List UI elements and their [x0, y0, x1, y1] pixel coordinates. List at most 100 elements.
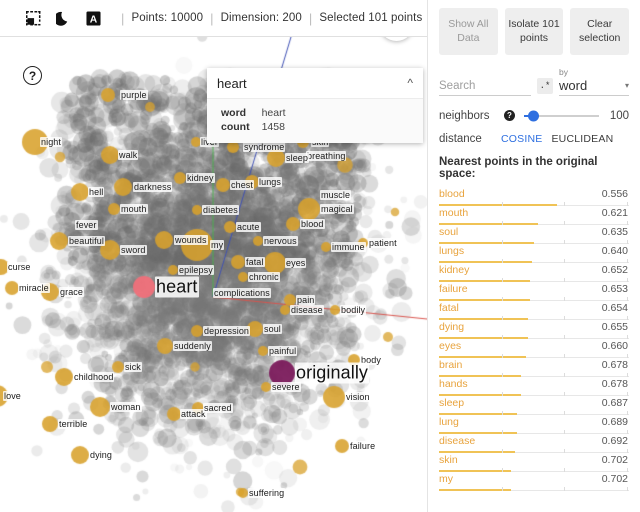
hover-card-row: word heart: [217, 106, 286, 120]
hover-card-body: word heart count 1458: [207, 99, 423, 143]
projector-view: A | Points: 10000 | Dimension: 200 | Sel…: [0, 0, 427, 512]
stats-separator-3: |: [308, 10, 313, 26]
search-field: [439, 76, 531, 96]
search-by-dropdown[interactable]: word ▾: [559, 78, 629, 96]
nearest-point-word: hands: [439, 377, 468, 390]
selection-action-buttons: Show All Data Isolate 101 points Clear sel…: [439, 8, 630, 55]
nearest-point-row[interactable]: lung 0.689: [439, 415, 629, 434]
night-mode-icon[interactable]: [48, 7, 78, 29]
regex-toggle-button[interactable]: .*: [537, 77, 553, 94]
nearest-point-row[interactable]: disease 0.692: [439, 434, 629, 453]
nearest-point-distance: 0.652: [601, 263, 628, 276]
hover-card-key: count: [221, 121, 250, 133]
stats-separator-1: |: [121, 10, 125, 26]
nearest-point-word: skin: [439, 453, 458, 466]
nearest-point-distance: 0.689: [601, 415, 628, 428]
nearest-point-row[interactable]: fatal 0.654: [439, 301, 629, 320]
nearest-point-word: lungs: [439, 244, 465, 257]
svg-text:A: A: [89, 14, 97, 25]
hover-info-card[interactable]: heart ^ word heart count 1458: [207, 68, 423, 143]
nearest-point-word: brain: [439, 358, 463, 371]
nearest-point-row[interactable]: hands 0.678: [439, 377, 629, 396]
isolate-points-button[interactable]: Isolate 101 points: [504, 8, 564, 55]
nearest-point-distance: 0.702: [601, 453, 628, 466]
nearest-point-word: eyes: [439, 339, 462, 352]
search-by-selector[interactable]: by word ▾: [559, 68, 629, 96]
nearest-point-row[interactable]: my 0.702: [439, 472, 629, 491]
nearest-point-row[interactable]: blood 0.556: [439, 187, 629, 206]
nearest-point-word: my: [439, 472, 453, 485]
distance-options: COSINE EUCLIDEAN: [501, 133, 622, 145]
bar-tick: [627, 486, 629, 491]
nearest-point-distance: 0.687: [601, 396, 628, 409]
help-icon[interactable]: ?: [23, 66, 42, 85]
neighbors-label: neighbors: [439, 109, 490, 122]
nearest-point-row[interactable]: brain 0.678: [439, 358, 629, 377]
neighbors-help-icon[interactable]: ?: [504, 110, 515, 121]
neighbors-slider[interactable]: [524, 110, 599, 121]
nearest-point-word: dying: [439, 320, 465, 333]
nearest-point-word: sleep: [439, 396, 465, 409]
nearest-point-distance: 0.654: [601, 301, 628, 314]
bar-tick: [564, 486, 566, 491]
search-input[interactable]: [439, 77, 531, 96]
distance-label: distance: [439, 132, 482, 145]
hover-card-header[interactable]: heart ^: [207, 68, 423, 99]
show-all-data-button[interactable]: Show All Data: [439, 8, 498, 55]
nearest-point-word: lung: [439, 415, 459, 428]
clear-selection-button[interactable]: Clear selection: [570, 8, 630, 55]
points-count-label: Points: 10000: [131, 12, 204, 24]
stats-separator-2: |: [210, 10, 214, 26]
nearest-point-distance: 0.702: [601, 472, 628, 485]
neighbors-value: 100: [609, 109, 629, 122]
nearest-point-row[interactable]: dying 0.655: [439, 320, 629, 339]
inspector-panel: Show All Data Isolate 101 points Clear sel…: [427, 0, 640, 512]
nearest-point-distance: 0.660: [601, 339, 628, 352]
nearest-point-row[interactable]: skin 0.702: [439, 453, 629, 472]
nearest-point-row[interactable]: failure 0.653: [439, 282, 629, 301]
distance-option-euclidean[interactable]: EUCLIDEAN: [551, 133, 613, 145]
nearest-points-title: Nearest points in the original space:: [439, 155, 598, 180]
hover-card-row: count 1458: [217, 120, 286, 134]
nearest-point-distance: 0.678: [601, 358, 628, 371]
nearest-point-row[interactable]: mouth 0.621: [439, 206, 629, 225]
search-by-label: by: [559, 67, 568, 77]
hover-card-key: word: [221, 107, 247, 119]
nearest-point-distance: 0.556: [601, 187, 628, 200]
selection-tool-icon[interactable]: [18, 7, 48, 29]
embedding-projector-app: A | Points: 10000 | Dimension: 200 | Sel…: [0, 0, 640, 512]
distance-option-cosine[interactable]: COSINE: [501, 133, 542, 145]
hover-card-title: heart: [217, 75, 247, 91]
hover-card-value: 1458: [261, 121, 285, 133]
nearest-points-list: blood 0.556 mouth 0.621 soul 0.635 lungs 0.640 k…: [439, 187, 629, 491]
labels-toggle-icon[interactable]: A: [78, 7, 108, 29]
nearest-point-row[interactable]: eyes 0.660: [439, 339, 629, 358]
chevron-down-icon[interactable]: ▾: [625, 81, 629, 90]
nearest-point-distance: 0.678: [601, 377, 628, 390]
chevron-up-icon[interactable]: ^: [407, 76, 413, 90]
nearest-point-distance: 0.640: [601, 244, 628, 257]
nearest-point-word: kidney: [439, 263, 470, 276]
nearest-point-word: soul: [439, 225, 459, 238]
nearest-point-distance: 0.635: [601, 225, 628, 238]
selected-points-label: Selected 101 points: [319, 12, 423, 24]
neighbors-control: neighbors ? 100: [439, 110, 629, 122]
nearest-point-row[interactable]: soul 0.635: [439, 225, 629, 244]
nearest-point-word: blood: [439, 187, 465, 200]
nearest-point-distance: 0.621: [601, 206, 628, 219]
nearest-point-word: fatal: [439, 301, 459, 314]
hover-card-table: word heart count 1458: [217, 106, 286, 134]
nearest-point-word: failure: [439, 282, 468, 295]
nearest-point-row[interactable]: lungs 0.640: [439, 244, 629, 263]
projector-stats: | Points: 10000 | Dimension: 200 | Selec…: [114, 11, 422, 26]
nearest-point-row[interactable]: kidney 0.652: [439, 263, 629, 282]
nearest-point-distance: 0.653: [601, 282, 628, 295]
neighbors-slider-thumb[interactable]: [528, 110, 539, 121]
bar-tick: [501, 486, 503, 491]
nearest-point-word: mouth: [439, 206, 469, 219]
search-row: .* by word ▾: [439, 68, 629, 96]
nearest-point-row[interactable]: sleep 0.687: [439, 396, 629, 415]
nearest-point-word: disease: [439, 434, 476, 447]
nearest-point-distance: 0.655: [601, 320, 628, 333]
search-by-value: word: [559, 77, 588, 93]
